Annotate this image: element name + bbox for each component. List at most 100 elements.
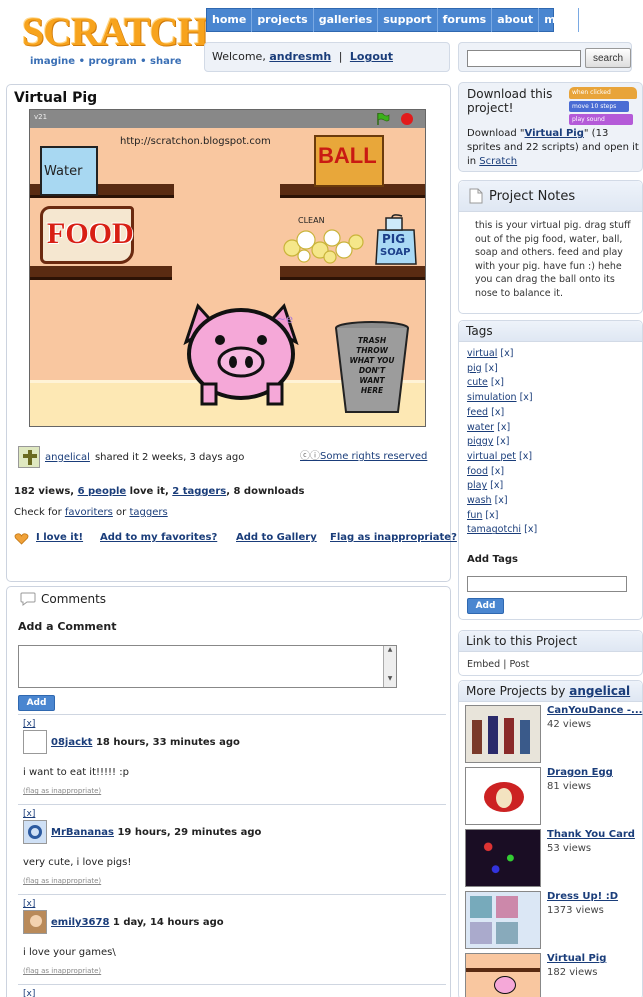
more-project-views: 1373 views [547,905,604,916]
author-avatar[interactable] [18,446,40,468]
license-text[interactable]: Some rights reserved [320,451,427,462]
nav-galleries[interactable]: galleries [314,8,379,32]
soap-bubbles-sprite[interactable] [282,226,366,264]
remove-tag-link[interactable]: [x] [491,407,504,418]
logout-link[interactable]: Logout [350,50,393,63]
scroll-up-icon[interactable]: ▲ [384,646,396,653]
nav-my-stuff[interactable]: my stuff [539,8,579,50]
tag-link[interactable]: feed [467,407,488,418]
love-it-link[interactable]: I love it! [36,532,83,543]
more-project-title[interactable]: Dragon Egg [547,767,613,778]
scratch-blocks-image: when clicked move 10 steps play sound [569,87,639,129]
add-favorites-link[interactable]: Add to my favorites? [100,532,217,543]
project-thumbnail[interactable] [465,891,541,949]
stop-icon[interactable] [401,113,413,125]
commenter-avatar[interactable] [23,910,47,934]
tag-link[interactable]: food [467,466,488,477]
remove-tag-link[interactable]: [x] [520,392,533,403]
download-project-link[interactable]: Virtual Pig [525,128,584,139]
project-player-stage[interactable]: v21 http://scratchon.blogspot.com Water … [29,109,426,427]
pig-soap-sprite[interactable]: PIG SOAP [370,214,422,266]
flag-comment-link[interactable]: (flag as inappropriate) [23,967,101,975]
tag-link[interactable]: play [467,480,487,491]
more-projects-user-link[interactable]: angelical [569,684,630,698]
flag-comment-link[interactable]: (flag as inappropriate) [23,787,101,795]
views-count: 182 views, [14,486,75,497]
flag-inappropriate-link[interactable]: Flag as inappropriate? [330,532,457,543]
scratch-app-link[interactable]: Scratch [479,156,517,167]
more-project-title[interactable]: Dress Up! :D [547,891,618,902]
nav-projects[interactable]: projects [252,8,314,32]
logo-text[interactable]: SCRATCH [22,8,209,55]
post-link[interactable]: Post [509,659,529,670]
comment-scrollbar[interactable]: ▲ ▼ [383,646,396,687]
license-link[interactable]: ⓒⓘSome rights reserved [300,447,427,462]
favoriters-link[interactable]: favoriters [65,507,113,518]
flag-comment-link[interactable]: (flag as inappropriate) [23,877,101,885]
delete-comment-link[interactable]: [x] [23,809,35,819]
remove-tag-link[interactable]: [x] [485,510,498,521]
check-line: Check for favoriters or taggers [14,507,168,518]
comment-textarea[interactable] [18,645,397,688]
add-comment-button[interactable]: Add [18,695,55,711]
taggers-count-link[interactable]: 2 taggers [172,486,226,497]
nav-support[interactable]: support [378,8,438,32]
more-project-title[interactable]: Thank You Card [547,829,635,840]
tag-link[interactable]: pig [467,363,482,374]
remove-tag-link[interactable]: [x] [491,466,504,477]
remove-tag-link[interactable]: [x] [497,422,510,433]
delete-comment-link[interactable]: [x] [23,719,35,729]
water-sprite[interactable]: Water [40,146,98,196]
commenter-link[interactable]: emily3678 [51,917,109,928]
tag-link[interactable]: piggy [467,436,493,447]
remove-tag-link[interactable]: [x] [491,377,504,388]
commenter-link[interactable]: 08jackt [51,737,92,748]
tag-link[interactable]: virtual [467,348,497,359]
remove-tag-link[interactable]: [x] [519,451,532,462]
search-button[interactable]: search [585,48,631,68]
tag-link[interactable]: simulation [467,392,517,403]
commenter-avatar[interactable] [23,730,47,754]
add-to-gallery-link[interactable]: Add to Gallery [236,532,317,543]
remove-tag-link[interactable]: [x] [524,524,537,535]
food-sprite[interactable]: FOOD [40,206,134,264]
trash-label-line: THROW [356,346,388,355]
nav-about[interactable]: about [492,8,540,32]
tag-link[interactable]: tamagotchi [467,524,521,535]
tag-link[interactable]: wash [467,495,492,506]
remove-tag-link[interactable]: [x] [495,495,508,506]
username-link[interactable]: andresmh [269,50,331,63]
trash-label-line: WANT [359,376,385,385]
project-thumbnail[interactable] [465,705,541,763]
tag-link[interactable]: fun [467,510,482,521]
add-tag-button[interactable]: Add [467,598,504,614]
delete-comment-link[interactable]: [x] [23,989,35,997]
remove-tag-link[interactable]: [x] [490,480,503,491]
search-input[interactable] [467,50,581,67]
commenter-avatar[interactable] [23,820,47,844]
tag-link[interactable]: cute [467,377,488,388]
remove-tag-link[interactable]: [x] [500,348,513,359]
ball-box-sprite[interactable]: BALL [314,135,384,187]
project-thumbnail[interactable] [465,767,541,825]
tag-link[interactable]: virtual pet [467,451,516,462]
author-link[interactable]: angelical [45,452,90,463]
more-project-title[interactable]: CanYouDance -... [547,705,642,716]
remove-tag-link[interactable]: [x] [496,436,509,447]
taggers-link[interactable]: taggers [129,507,167,518]
love-count-link[interactable]: 6 people [78,486,127,497]
project-thumbnail[interactable] [465,953,541,997]
delete-comment-link[interactable]: [x] [23,899,35,909]
nav-home[interactable]: home [207,8,253,32]
trash-can-sprite[interactable]: TRASH THROW WHAT YOU DON'T WANT HERE [332,320,412,416]
embed-link[interactable]: Embed [467,659,500,670]
project-thumbnail[interactable] [465,829,541,887]
more-project-title[interactable]: Virtual Pig [547,953,606,964]
tag-link[interactable]: water [467,422,494,433]
commenter-link[interactable]: MrBananas [51,827,114,838]
green-flag-icon[interactable] [376,113,390,125]
scroll-down-icon[interactable]: ▼ [384,675,396,682]
remove-tag-link[interactable]: [x] [485,363,498,374]
nav-forums[interactable]: forums [438,8,493,32]
add-tag-input[interactable] [467,576,627,592]
